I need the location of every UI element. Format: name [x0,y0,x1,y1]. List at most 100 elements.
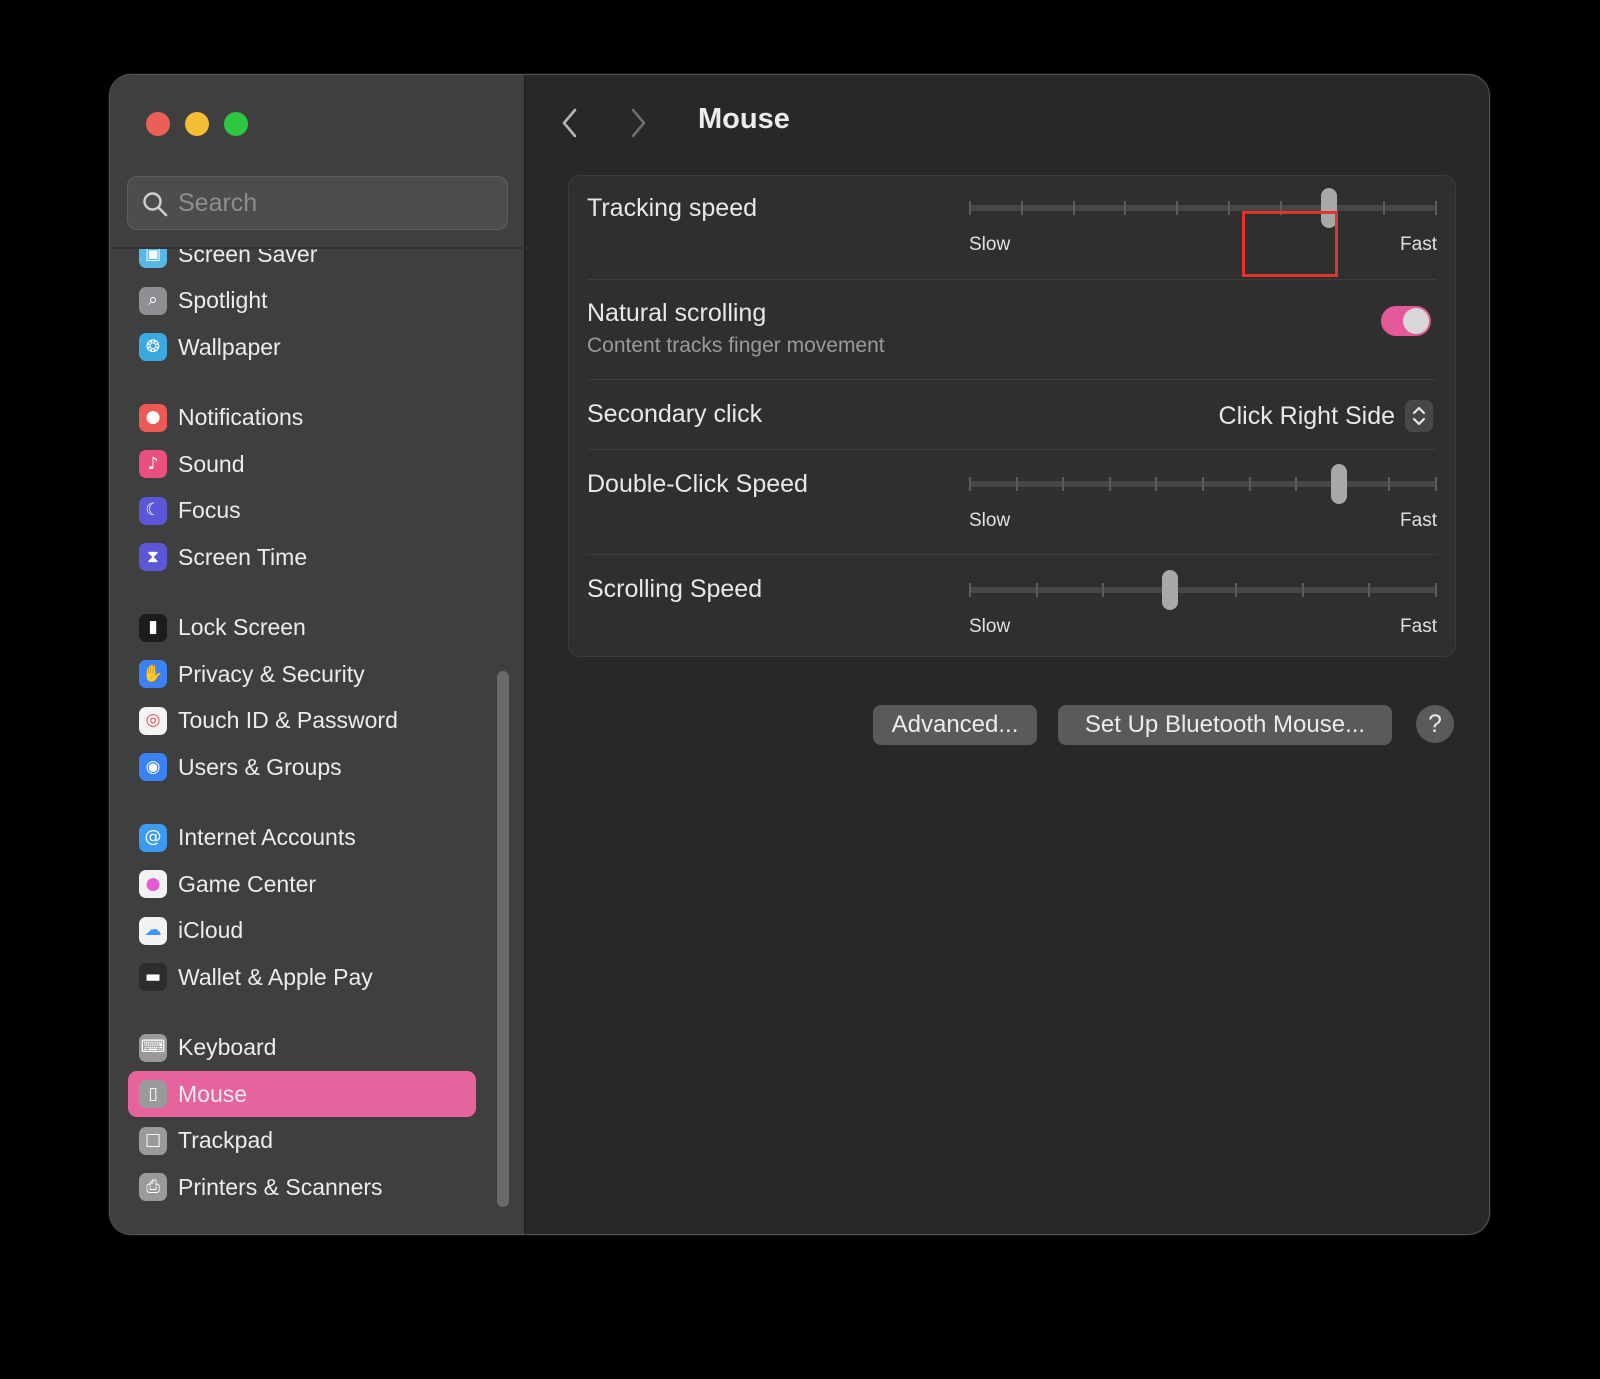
sidebar-item-privacy-security[interactable]: ✋ Privacy & Security [128,651,476,697]
tracking-speed-tick [1176,201,1179,215]
zoom-button[interactable] [224,112,248,136]
tracking-speed-tick [1124,201,1127,215]
double-click-speed-knob[interactable] [1330,464,1347,504]
sound-icon: ♪ [139,450,167,478]
sidebar-scrollbar[interactable] [497,671,509,1207]
users-icon: ◉ [139,753,167,781]
sidebar-item-users-groups[interactable]: ◉ Users & Groups [128,744,476,790]
double-click-speed-tick [969,477,971,491]
sidebar-item-label: Spotlight [178,287,268,313]
sidebar-item-label: Game Center [178,870,317,897]
scrolling-speed-slider[interactable] [969,570,1437,614]
double-click-speed-tick [1202,477,1204,491]
sidebar-item-lock-screen[interactable]: ▮ Lock Screen [128,605,476,651]
sidebar-item-screen-saver[interactable]: ▣ Screen Saver [128,249,476,277]
trackpad-icon: □ [139,1126,167,1155]
wallpaper-icon: ❂ [139,333,167,361]
page-title: Mouse [698,103,790,135]
scrolling-speed-max-label: Fast [1400,616,1437,637]
double-click-speed-slider[interactable] [969,464,1437,508]
sidebar: ▣ Screen Saver ⌕ Spotlight ❂ Wallpaper ● Notifi… [110,75,525,1234]
scrolling-speed-tick [969,583,971,597]
sidebar-item-label: Mouse [178,1080,248,1107]
sidebar-item-label: Touch ID & Password [178,707,398,733]
natural-scrolling-description: Content tracks finger movement [587,334,885,357]
keyboard-icon: ⌨ [139,1033,167,1062]
cloud-icon: ☁ [139,916,167,945]
natural-scrolling-toggle[interactable] [1381,306,1431,336]
tracking-speed-max-label: Fast [1400,234,1437,255]
sidebar-item-printers-scanners[interactable]: ⎙ Printers & Scanners [128,1164,476,1210]
sidebar-item-focus[interactable]: ☾ Focus [128,488,476,534]
hand-icon: ✋ [139,660,167,688]
row-separator [587,554,1437,555]
sidebar-item-internet-accounts[interactable]: @ Internet Accounts [128,815,476,861]
double-click-speed-tick [1435,477,1437,491]
sidebar-item-touch-id-password[interactable]: ◎ Touch ID & Password [128,698,476,744]
double-click-speed-min-label: Slow [969,510,1011,531]
sidebar-item-trackpad[interactable]: □ Trackpad [128,1118,476,1164]
sidebar-item-label: iCloud [178,917,244,943]
spotlight-icon: ⌕ [139,286,167,315]
help-button[interactable]: ? [1416,705,1454,743]
double-click-speed-tick [1295,477,1298,491]
tracking-speed-min-label: Slow [969,234,1011,255]
chevron-left-icon [562,108,577,138]
tracking-speed-slider[interactable] [969,188,1437,232]
tracking-speed-tick [1227,201,1230,215]
tracking-speed-tick [1435,201,1437,215]
focus-icon: ☾ [139,496,167,525]
minimize-button[interactable] [185,112,209,136]
search-input[interactable] [178,185,498,221]
natural-scrolling-highlight [1242,211,1338,277]
wallet-icon: ▬ [139,963,167,991]
sidebar-item-label: Notifications [178,404,304,430]
scrolling-speed-knob[interactable] [1162,570,1179,610]
scrolling-speed-min-label: Slow [969,616,1011,637]
close-button[interactable] [146,112,170,136]
sidebar-item-game-center[interactable]: ● Game Center [128,861,476,907]
scrolling-speed-tick [1102,583,1105,597]
row-separator [587,449,1437,450]
sidebar-item-icloud[interactable]: ☁ iCloud [128,908,476,954]
sidebar-item-label: Wallpaper [178,333,281,360]
scrolling-speed-tick [1235,583,1238,597]
sidebar-item-mouse[interactable]: ▯ Mouse [128,1071,476,1117]
sidebar-item-label: Sound [178,450,245,477]
sidebar-item-label: Users & Groups [178,753,342,780]
sidebar-item-spotlight[interactable]: ⌕ Spotlight [128,278,476,324]
back-button[interactable] [550,105,590,141]
sidebar-item-label: Internet Accounts [178,824,356,850]
sidebar-item-label: Screen Time [178,543,308,570]
tracking-speed-tick [969,201,971,215]
screen-time-icon: ⧗ [139,543,167,571]
sidebar-item-screen-time[interactable]: ⧗ Screen Time [128,534,476,580]
search-field[interactable] [127,176,508,230]
sidebar-list[interactable]: ▣ Screen Saver ⌕ Spotlight ❂ Wallpaper ● Notifi… [110,249,525,1234]
sidebar-item-label: Keyboard [178,1034,277,1060]
lock-icon: ▮ [139,613,167,642]
sidebar-item-sound[interactable]: ♪ Sound [128,441,476,487]
double-click-speed-tick [1062,477,1065,491]
sidebar-item-wallet-apple-pay[interactable]: ▬ Wallet & Apple Pay [128,954,476,1000]
secondary-click-popup[interactable]: Click Right Side [1219,398,1433,434]
tracking-speed-tick [1072,201,1075,215]
chevron-right-icon [631,108,646,138]
setup-bluetooth-mouse-button[interactable]: Set Up Bluetooth Mouse... [1058,705,1392,745]
sidebar-item-label: Screen Saver [178,249,318,267]
sidebar-item-notifications[interactable]: ● Notifications [128,395,476,441]
scrolling-speed-track [969,587,1437,593]
sidebar-item-wallpaper[interactable]: ❂ Wallpaper [128,324,476,370]
secondary-click-value: Click Right Side [1218,401,1395,430]
double-click-speed-max-label: Fast [1400,510,1437,531]
sidebar-item-keyboard[interactable]: ⌨ Keyboard [128,1025,476,1071]
scrolling-speed-label: Scrolling Speed [587,575,763,603]
forward-button[interactable] [618,105,658,141]
printer-icon: ⎙ [139,1173,167,1201]
natural-scrolling-label: Natural scrolling [587,299,767,327]
row-separator [587,279,1437,280]
double-click-speed-label: Double-Click Speed [587,470,808,498]
at-icon: @ [139,823,167,852]
advanced-button[interactable]: Advanced... [873,705,1037,745]
toggle-thumb [1403,308,1429,334]
